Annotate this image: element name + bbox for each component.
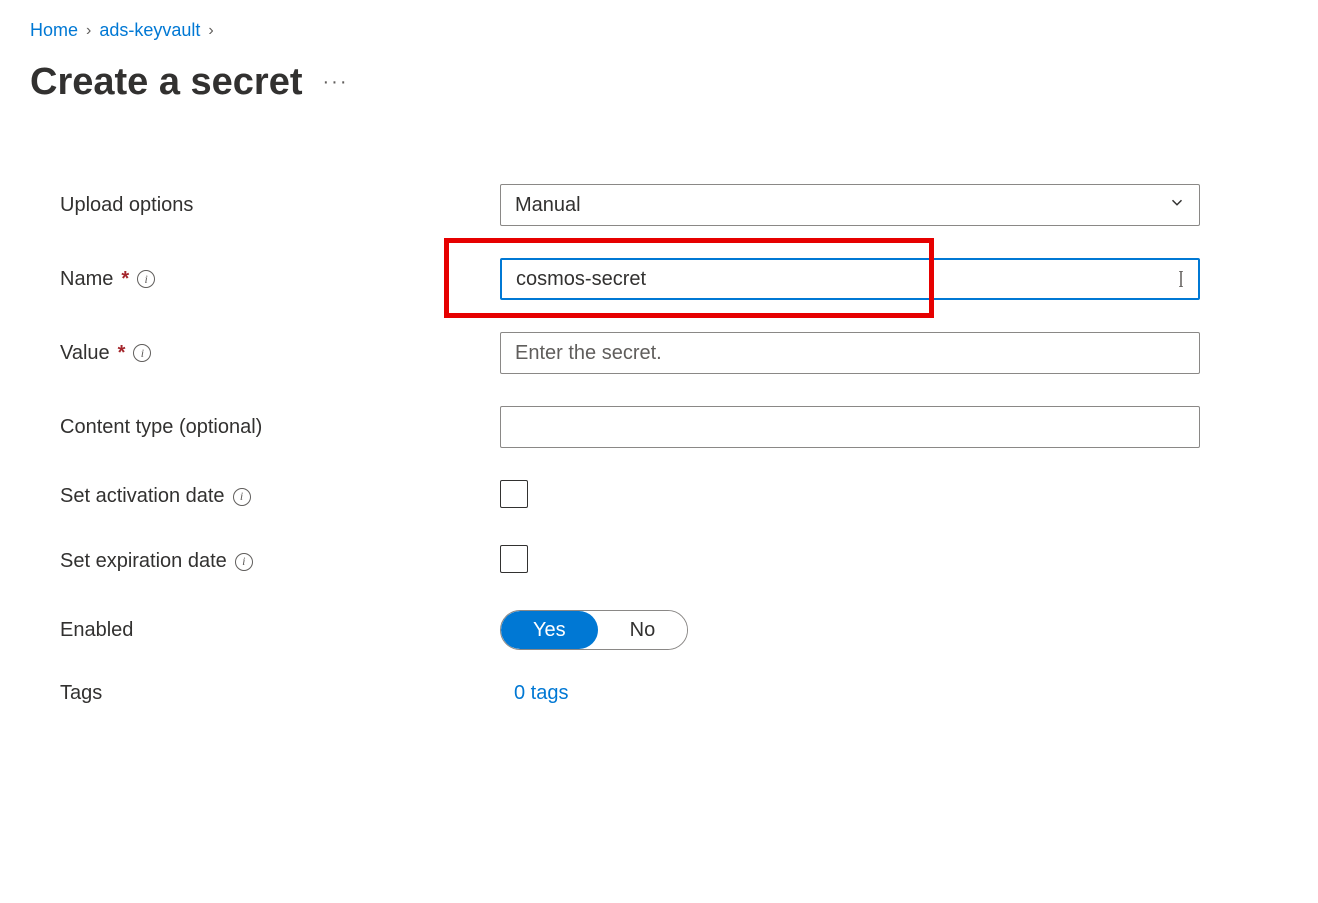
page-title-row: Create a secret ··· bbox=[30, 61, 1288, 104]
name-label: Name * i bbox=[60, 268, 500, 291]
page-title: Create a secret bbox=[30, 61, 303, 104]
upload-options-label: Upload options bbox=[60, 194, 500, 217]
more-options-icon[interactable]: ··· bbox=[323, 71, 349, 94]
activation-date-checkbox[interactable] bbox=[500, 480, 528, 508]
upload-options-select[interactable]: Manual bbox=[500, 184, 1200, 226]
chevron-right-icon: › bbox=[208, 22, 213, 40]
value-input[interactable] bbox=[500, 332, 1200, 374]
enabled-row: Enabled Yes No bbox=[60, 610, 1230, 650]
name-input[interactable] bbox=[500, 258, 1200, 300]
chevron-right-icon: › bbox=[86, 22, 91, 40]
activation-date-row: Set activation date i bbox=[60, 480, 1230, 513]
value-label: Value * i bbox=[60, 342, 500, 365]
enabled-label: Enabled bbox=[60, 619, 500, 642]
expiration-date-label: Set expiration date i bbox=[60, 550, 500, 573]
info-icon[interactable]: i bbox=[235, 553, 253, 571]
info-icon[interactable]: i bbox=[137, 270, 155, 288]
expiration-date-checkbox[interactable] bbox=[500, 545, 528, 573]
breadcrumb-home-link[interactable]: Home bbox=[30, 20, 78, 41]
tags-row: Tags 0 tags bbox=[60, 682, 1230, 705]
enabled-toggle: Yes No bbox=[500, 610, 688, 650]
value-row: Value * i bbox=[60, 332, 1230, 374]
activation-date-label: Set activation date i bbox=[60, 485, 500, 508]
breadcrumb: Home › ads-keyvault › bbox=[30, 20, 1288, 41]
enabled-yes-button[interactable]: Yes bbox=[501, 611, 598, 649]
breadcrumb-resource-link[interactable]: ads-keyvault bbox=[99, 20, 200, 41]
info-icon[interactable]: i bbox=[133, 344, 151, 362]
content-type-row: Content type (optional) bbox=[60, 406, 1230, 448]
expiration-date-row: Set expiration date i bbox=[60, 545, 1230, 578]
required-star-icon: * bbox=[118, 342, 126, 365]
form-container: Upload options Manual Name * i bbox=[30, 184, 1230, 705]
info-icon[interactable]: i bbox=[233, 488, 251, 506]
tags-label: Tags bbox=[60, 682, 500, 705]
upload-options-row: Upload options Manual bbox=[60, 184, 1230, 226]
required-star-icon: * bbox=[121, 268, 129, 291]
tags-link[interactable]: 0 tags bbox=[514, 682, 568, 704]
content-type-label: Content type (optional) bbox=[60, 416, 500, 439]
content-type-input[interactable] bbox=[500, 406, 1200, 448]
name-row: Name * i bbox=[60, 258, 1230, 300]
enabled-no-button[interactable]: No bbox=[598, 611, 688, 649]
